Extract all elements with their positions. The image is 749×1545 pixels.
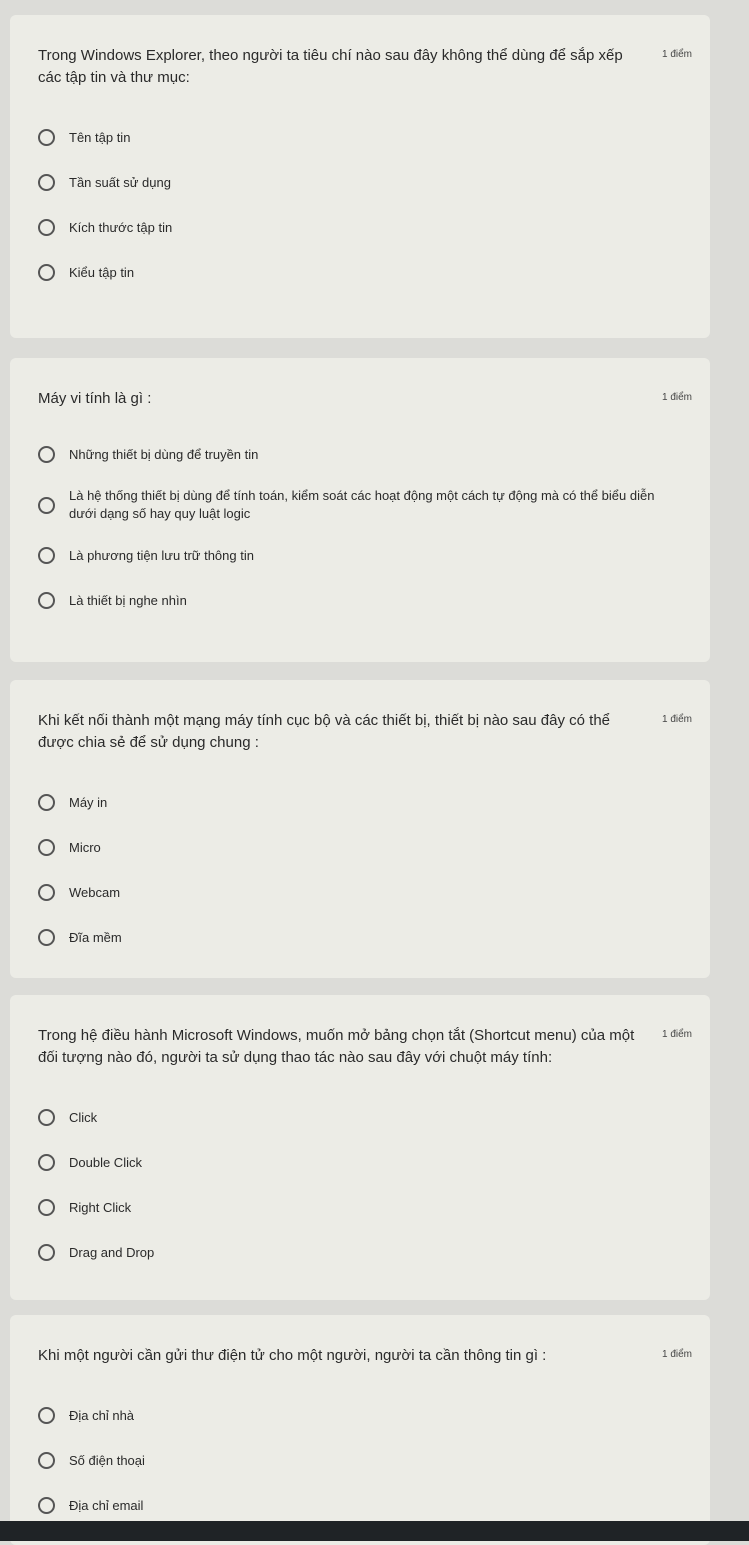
option-label: Webcam xyxy=(69,885,121,900)
answer-option[interactable]: Số điện thoại xyxy=(38,1438,692,1483)
option-label: Right Click xyxy=(69,1200,132,1215)
points-label: 1 điểm xyxy=(661,1349,692,1360)
answer-option[interactable]: Địa chỉ nhà xyxy=(38,1393,692,1438)
radio-button-icon[interactable] xyxy=(38,1407,55,1424)
question-card: Khi một người cần gửi thư điện tử cho mộ… xyxy=(10,1315,710,1545)
option-label: Tên tập tin xyxy=(69,130,131,145)
option-label: Click xyxy=(69,1110,98,1125)
answer-option[interactable]: Micro xyxy=(38,825,692,870)
points-label: 1 điểm xyxy=(661,392,692,403)
question-card: Trong hệ điều hành Microsoft Windows, mu… xyxy=(10,995,710,1300)
answer-option[interactable]: Là hệ thống thiết bị dùng để tính toán, … xyxy=(38,477,692,533)
option-label: Double Click xyxy=(69,1155,142,1170)
radio-button-icon[interactable] xyxy=(38,496,55,514)
radio-button-icon[interactable] xyxy=(38,794,55,811)
answer-option[interactable]: Máy in xyxy=(38,780,692,825)
question-text: Khi kết nối thành một mạng máy tính cục … xyxy=(38,712,610,751)
answer-option[interactable]: Right Click xyxy=(38,1185,692,1230)
option-label: Địa chỉ email xyxy=(69,1498,144,1513)
option-label: Là phương tiện lưu trữ thông tin xyxy=(69,548,254,563)
answer-option[interactable]: Tên tập tin xyxy=(38,115,692,160)
radio-button-icon[interactable] xyxy=(38,174,55,191)
question-card: Khi kết nối thành một mạng máy tính cục … xyxy=(10,680,710,978)
option-label: Địa chỉ nhà xyxy=(69,1408,135,1423)
radio-button-icon[interactable] xyxy=(38,264,55,281)
option-label: Đĩa mềm xyxy=(69,930,122,945)
radio-button-icon[interactable] xyxy=(38,884,55,901)
answer-option[interactable]: Kích thước tập tin xyxy=(38,205,692,250)
answer-option[interactable]: Đĩa mềm xyxy=(38,915,692,960)
option-label: Drag and Drop xyxy=(69,1245,155,1260)
radio-button-icon[interactable] xyxy=(38,1199,55,1216)
radio-button-icon[interactable] xyxy=(38,592,55,609)
answer-option[interactable]: Tần suất sử dụng xyxy=(38,160,692,205)
answer-option[interactable]: Kiểu tập tin xyxy=(38,250,692,295)
option-label: Kích thước tập tin xyxy=(69,220,173,235)
option-label: Micro xyxy=(69,840,101,855)
option-label: Tần suất sử dụng xyxy=(69,175,171,190)
radio-button-icon[interactable] xyxy=(38,839,55,856)
answer-option[interactable]: Click xyxy=(38,1095,692,1140)
answer-option[interactable]: Webcam xyxy=(38,870,692,915)
answer-option[interactable]: Những thiết bị dùng để truyền tin xyxy=(38,432,692,477)
radio-button-icon[interactable] xyxy=(38,547,55,564)
option-label: Số điện thoại xyxy=(69,1453,145,1468)
radio-button-icon[interactable] xyxy=(38,1452,55,1469)
radio-button-icon[interactable] xyxy=(38,1109,55,1126)
points-label: 1 điểm xyxy=(661,714,692,725)
radio-button-icon[interactable] xyxy=(38,1154,55,1171)
radio-button-icon[interactable] xyxy=(38,219,55,236)
points-label: 1 điểm xyxy=(661,49,692,60)
radio-button-icon[interactable] xyxy=(38,446,55,463)
radio-button-icon[interactable] xyxy=(38,1497,55,1514)
answer-option[interactable]: Là phương tiện lưu trữ thông tin xyxy=(38,533,692,578)
radio-button-icon[interactable] xyxy=(38,929,55,946)
question-text: Khi một người cần gửi thư điện tử cho mộ… xyxy=(38,1347,547,1364)
option-label: Là thiết bị nghe nhìn xyxy=(69,593,187,608)
question-text: Trong Windows Explorer, theo người ta ti… xyxy=(38,47,623,86)
option-label: Những thiết bị dùng để truyền tin xyxy=(69,447,259,462)
option-label: Máy in xyxy=(69,795,108,810)
option-label: Kiểu tập tin xyxy=(69,265,135,280)
screen-bezel xyxy=(0,1521,749,1541)
radio-button-icon[interactable] xyxy=(38,129,55,146)
question-text: Trong hệ điều hành Microsoft Windows, mu… xyxy=(38,1027,635,1066)
answer-option[interactable]: Là thiết bị nghe nhìn xyxy=(38,578,692,623)
question-text: Máy vi tính là gì : xyxy=(38,390,152,407)
answer-option[interactable]: Drag and Drop xyxy=(38,1230,692,1275)
radio-button-icon[interactable] xyxy=(38,1244,55,1261)
points-label: 1 điểm xyxy=(661,1029,692,1040)
answer-option[interactable]: Double Click xyxy=(38,1140,692,1185)
question-card: Trong Windows Explorer, theo người ta ti… xyxy=(10,15,710,338)
question-card: Máy vi tính là gì : 1 điểm Những thiết bị … xyxy=(10,358,710,662)
option-label: Là hệ thống thiết bị dùng để tính toán, … xyxy=(69,488,655,521)
